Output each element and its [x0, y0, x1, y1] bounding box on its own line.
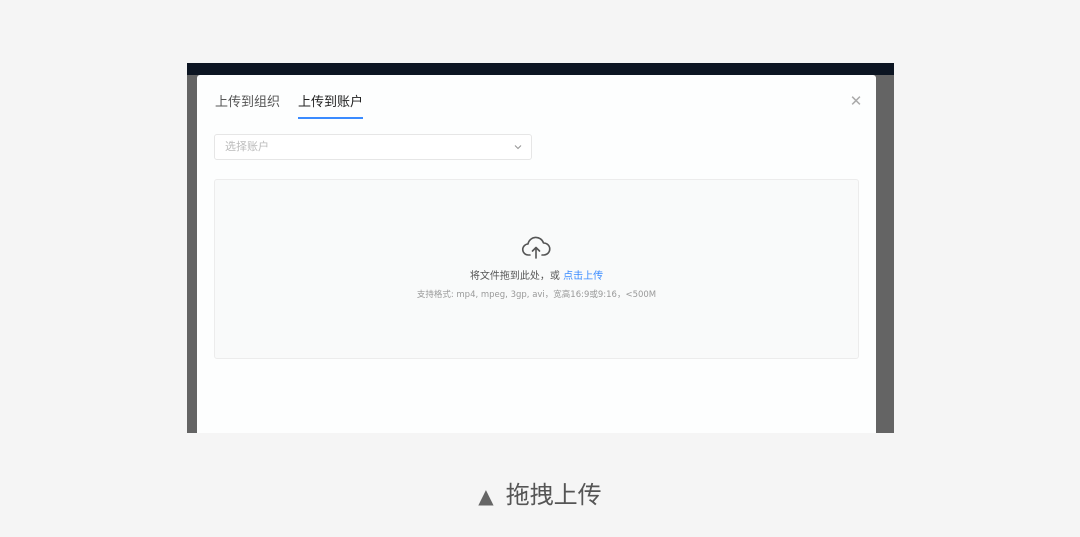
figure-caption: ▲ 拖拽上传: [0, 475, 1080, 510]
triangle-up-icon: ▲: [478, 484, 494, 508]
upload-modal: 上传到组织 上传到账户 ✕ 选择账户 将文件拖到此处，或 点击上传 支持格式: …: [197, 75, 876, 433]
tab-upload-to-organization[interactable]: 上传到组织: [215, 93, 280, 119]
close-icon[interactable]: ✕: [848, 93, 864, 109]
dropzone-hint: 将文件拖到此处，或 点击上传: [215, 267, 858, 282]
cloud-upload-icon: [521, 236, 551, 259]
chevron-down-icon: [514, 145, 522, 150]
screenshot-frame: 上传到组织 上传到账户 ✕ 选择账户 将文件拖到此处，或 点击上传 支持格式: …: [187, 63, 894, 433]
account-select[interactable]: 选择账户: [214, 134, 532, 160]
dropzone-hint-text: 将文件拖到此处，或: [469, 271, 560, 282]
upload-dropzone[interactable]: 将文件拖到此处，或 点击上传 支持格式: mp4, mpeg, 3gp, avi…: [214, 179, 859, 359]
upload-tabs: 上传到组织 上传到账户: [215, 93, 381, 119]
account-select-placeholder: 选择账户: [225, 140, 269, 153]
click-upload-link[interactable]: 点击上传: [563, 271, 603, 282]
supported-formats-text: 支持格式: mp4, mpeg, 3gp, avi，宽高16:9或9:16，<5…: [416, 290, 657, 300]
caption-text: 拖拽上传: [505, 481, 602, 509]
tab-upload-to-account[interactable]: 上传到账户: [298, 93, 364, 119]
app-top-bar: [187, 63, 894, 75]
